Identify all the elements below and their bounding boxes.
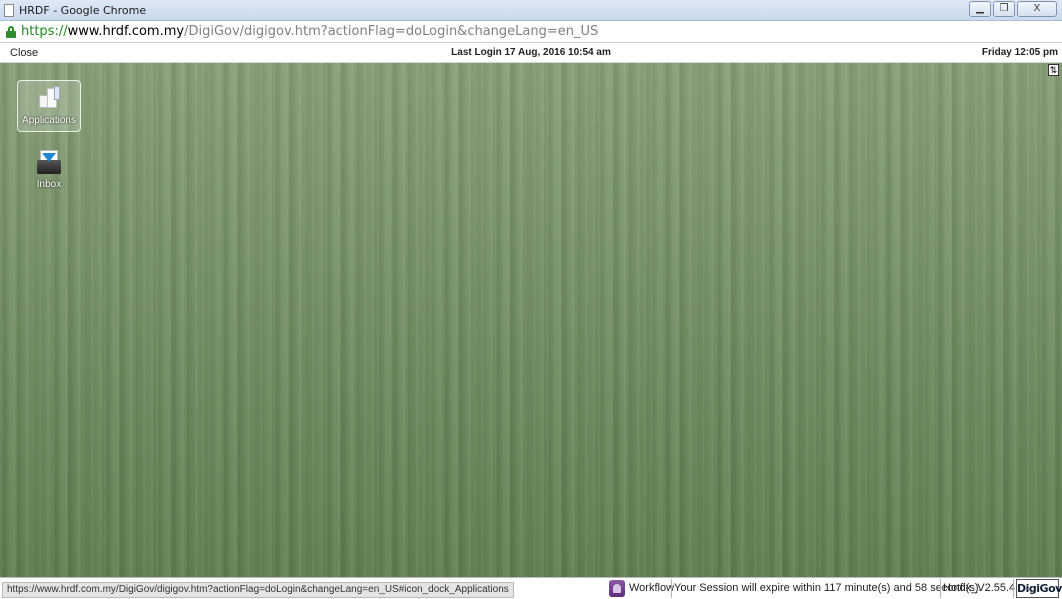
window-controls: ▁ ❐ X <box>969 1 1057 17</box>
session-info-bar: Close Last Login 17 Aug, 2016 10:54 am F… <box>0 43 1062 63</box>
clock-text: Friday 12:05 pm <box>981 47 1058 58</box>
url-text[interactable]: https://www.hrdf.com.my/DigiGov/digigov.… <box>21 24 598 39</box>
workflow-link[interactable]: Workflow <box>629 578 674 599</box>
lock-icon[interactable] <box>6 26 16 38</box>
desktop-item-applications[interactable]: Applications <box>17 80 81 132</box>
window-title: HRDF - Google Chrome <box>19 4 147 17</box>
last-login-text: Last Login 17 Aug, 2016 10:54 am <box>451 47 611 58</box>
divider <box>671 579 672 598</box>
workflow-icon[interactable] <box>609 580 625 597</box>
toggle-arrows-icon[interactable]: ⇅ <box>1048 64 1059 76</box>
hover-url-tooltip: https://www.hrdf.com.my/DigiGov/digigov.… <box>2 582 514 598</box>
address-bar[interactable]: https://www.hrdf.com.my/DigiGov/digigov.… <box>0 21 1062 43</box>
window-titlebar: HRDF - Google Chrome ▁ ❐ X <box>0 0 1062 21</box>
desktop-item-label: Applications <box>22 115 76 126</box>
session-expiry-text: Your Session will expire within 117 minu… <box>674 582 982 594</box>
url-host: www.hrdf.com.my <box>67 24 185 39</box>
page-icon <box>4 4 14 17</box>
desktop: ⇅ Applications Inbox <box>0 63 1062 577</box>
divider <box>940 579 941 598</box>
restore-button[interactable]: ❐ <box>993 1 1015 17</box>
desktop-item-label: Inbox <box>36 179 62 190</box>
minimize-button[interactable]: ▁ <box>969 1 991 17</box>
status-bar: https://www.hrdf.com.my/DigiGov/digigov.… <box>0 577 1062 599</box>
inbox-icon <box>37 150 61 174</box>
close-window-button[interactable]: X <box>1017 1 1057 17</box>
url-scheme: https:// <box>21 24 68 39</box>
divider <box>1013 579 1014 598</box>
applications-icon <box>39 86 61 110</box>
desktop-item-inbox[interactable]: Inbox <box>17 145 81 197</box>
digigov-logo: DigiGov <box>1016 579 1062 598</box>
url-path: /DigiGov/digigov.htm?actionFlag=doLogin&… <box>184 24 599 39</box>
